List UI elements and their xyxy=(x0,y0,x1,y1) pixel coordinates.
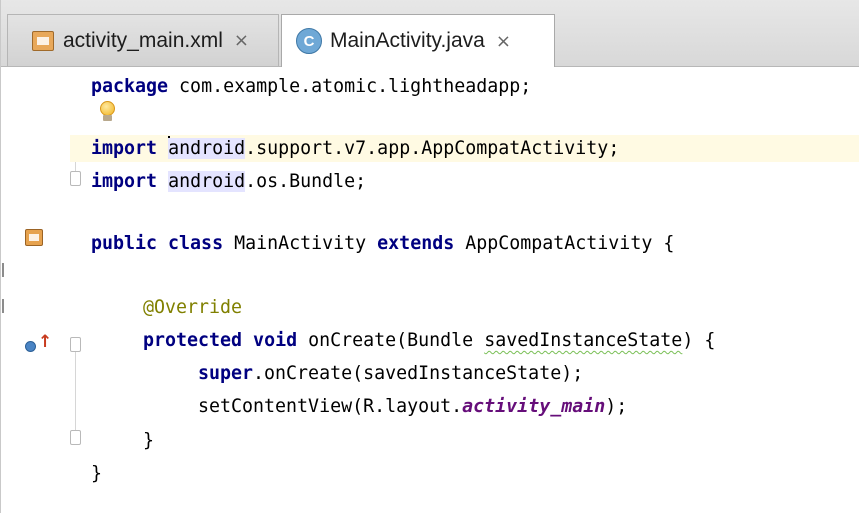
related-layout-xml-icon[interactable] xyxy=(25,229,43,246)
code-text: ) { xyxy=(682,330,716,351)
code-text: .support.v7.app.AppCompatActivity; xyxy=(245,138,620,159)
fold-toggle-icon[interactable] xyxy=(70,337,81,352)
tab-main-activity-java[interactable]: C MainActivity.java × xyxy=(281,14,555,67)
fold-end-icon[interactable] xyxy=(70,430,81,445)
java-class-icon: C xyxy=(296,28,322,54)
code-line-class-declaration: public class MainActivity extends AppCom… xyxy=(91,230,674,257)
code-text: } xyxy=(143,430,155,451)
lightbulb-icon[interactable] xyxy=(98,101,118,127)
keyword: import xyxy=(91,138,158,159)
edge-marker xyxy=(2,299,4,313)
code-text: ); xyxy=(605,396,628,417)
close-icon[interactable]: × xyxy=(496,31,511,52)
close-icon[interactable]: × xyxy=(234,30,249,51)
code-text: .os.Bundle; xyxy=(245,171,367,192)
fold-guide xyxy=(75,352,76,430)
editor-gutter: ↑ xyxy=(2,67,82,513)
identifier-highlight: android xyxy=(168,171,246,192)
code-text: onCreate(Bundle xyxy=(297,330,485,351)
code-line-super-call: super.onCreate(savedInstanceState); xyxy=(198,360,583,387)
annotation: @Override xyxy=(143,297,243,318)
identifier-highlight: android xyxy=(168,138,246,159)
ide-window: activity_main.xml × C MainActivity.java … xyxy=(0,0,859,513)
code-text: AppCompatActivity { xyxy=(454,233,675,254)
code-line-class-close: } xyxy=(91,460,102,487)
code-line-package: package com.example.atomic.lightheadapp; xyxy=(91,73,531,100)
keyword: public class xyxy=(91,233,224,254)
keyword: protected void xyxy=(143,330,298,351)
static-field: activity_main xyxy=(462,396,606,417)
edge-marker xyxy=(2,263,4,277)
code-editor[interactable]: package com.example.atomic.lightheadapp;… xyxy=(70,67,859,513)
tab-label: activity_main.xml xyxy=(63,28,223,52)
tab-label: MainActivity.java xyxy=(330,29,485,52)
xml-file-icon xyxy=(32,30,54,51)
code-line-import-appcompat: import android.support.v7.app.AppCompatA… xyxy=(91,135,619,162)
code-text: MainActivity xyxy=(223,233,378,254)
override-method-icon[interactable]: ↑ xyxy=(25,332,55,355)
code-line-method-close: } xyxy=(143,427,154,454)
keyword: extends xyxy=(377,233,455,254)
code-line-import-bundle: import android.os.Bundle; xyxy=(91,168,366,195)
editor-tab-bar: activity_main.xml × C MainActivity.java … xyxy=(1,0,859,67)
tab-activity-main-xml[interactable]: activity_main.xml × xyxy=(7,14,279,66)
code-line-set-content-view: setContentView(R.layout.activity_main); xyxy=(198,393,627,420)
keyword: import xyxy=(91,171,158,192)
code-text: setContentView(R.layout. xyxy=(198,396,463,417)
keyword: super xyxy=(198,363,254,384)
keyword: package xyxy=(91,76,169,97)
code-line-oncreate: protected void onCreate(Bundle savedInst… xyxy=(143,327,715,354)
fold-end-icon[interactable] xyxy=(70,171,81,186)
code-line-annotation: @Override xyxy=(143,294,242,321)
code-text: .onCreate(savedInstanceState); xyxy=(253,363,584,384)
typo-squiggle: savedInstanceState xyxy=(484,330,683,351)
code-text: } xyxy=(91,463,103,484)
code-text: com.example.atomic.lightheadapp; xyxy=(168,76,532,97)
